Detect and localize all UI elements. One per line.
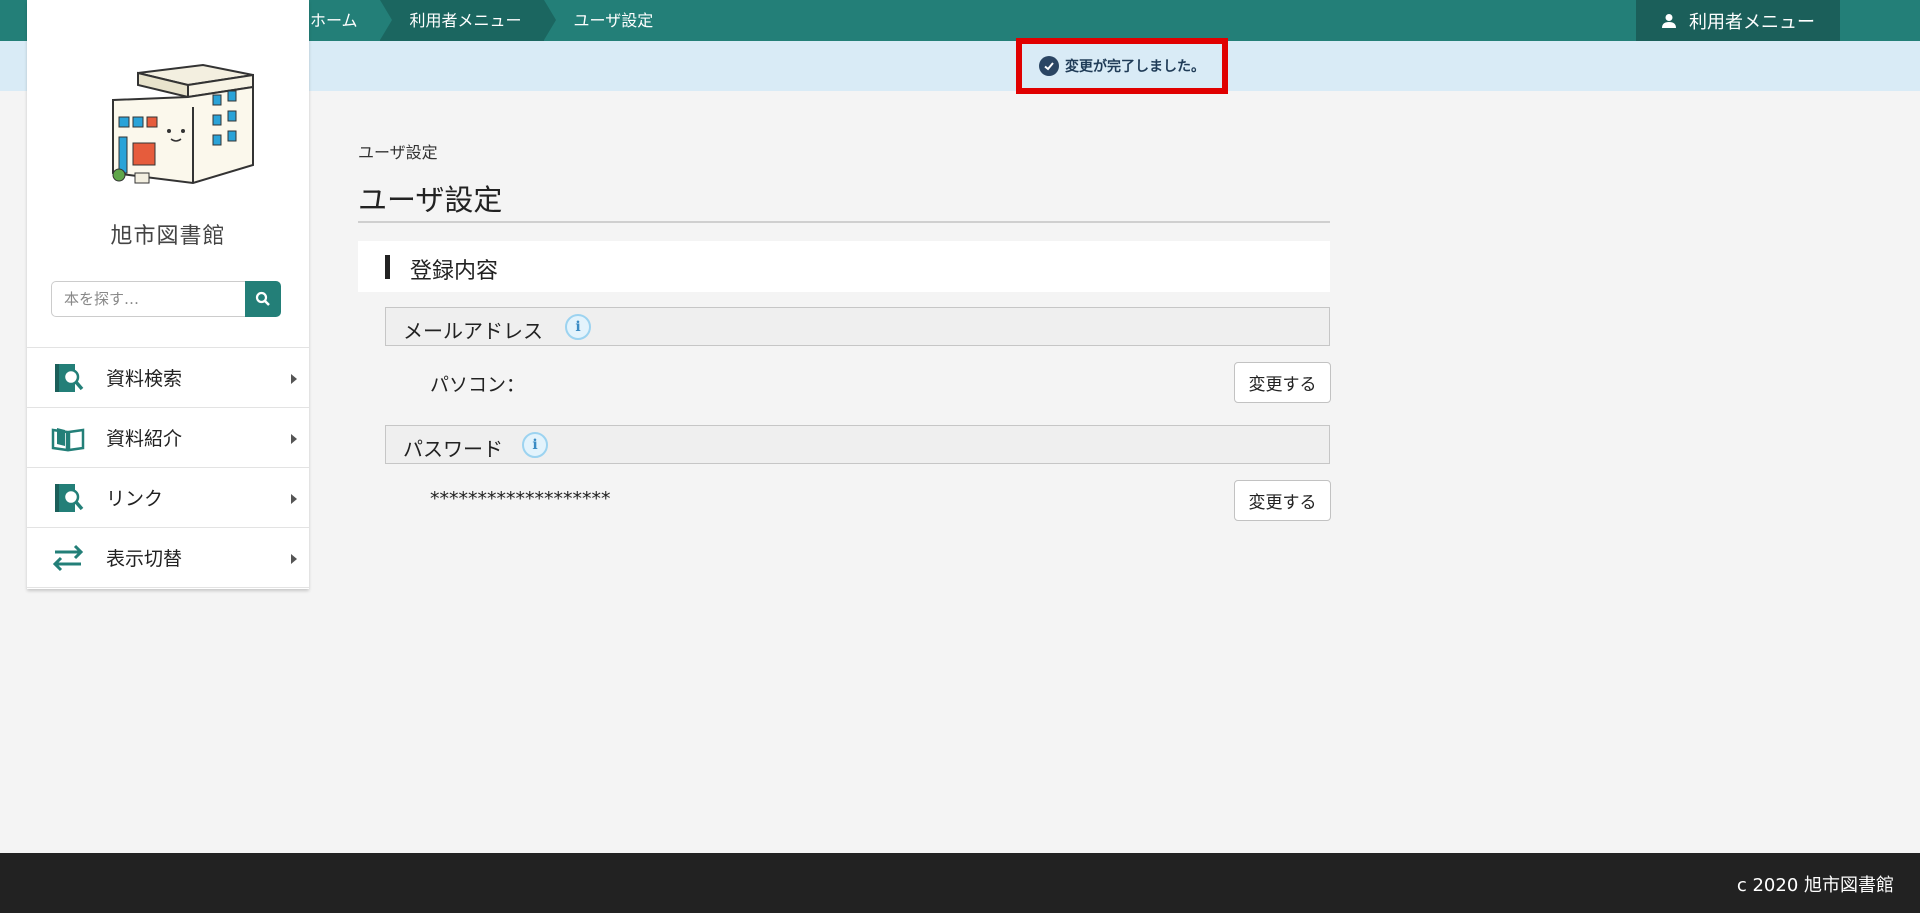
info-icon[interactable]: i bbox=[565, 314, 591, 340]
page-title: ユーザ設定 bbox=[358, 183, 503, 217]
user-icon bbox=[1662, 13, 1676, 28]
section-accent-bar bbox=[385, 255, 390, 279]
search-form bbox=[51, 281, 281, 317]
check-circle-icon bbox=[1039, 56, 1059, 76]
section-title: 登録内容 bbox=[410, 259, 499, 284]
caret-right-icon bbox=[291, 554, 297, 564]
sidebar-item-material-introduction[interactable]: 資料紹介 bbox=[27, 408, 309, 468]
sidebar-item-material-search[interactable]: 資料検索 bbox=[27, 348, 309, 408]
password-masked-value: ******************* bbox=[430, 488, 611, 510]
library-building-logo[interactable] bbox=[83, 55, 283, 195]
sidebar-item-display-toggle[interactable]: 表示切替 bbox=[27, 528, 309, 588]
user-menu-button[interactable]: 利用者メニュー bbox=[1636, 0, 1840, 41]
sidebar-item-label: 表示切替 bbox=[106, 548, 183, 570]
title-divider bbox=[358, 221, 1330, 223]
footer: c 2020 旭市図書館 bbox=[0, 853, 1920, 913]
breadcrumb-user-settings: ユーザ設定 bbox=[573, 11, 654, 30]
search-input[interactable] bbox=[51, 281, 245, 317]
breadcrumb-user-menu[interactable]: 利用者メニュー bbox=[379, 0, 556, 41]
caret-right-icon bbox=[291, 494, 297, 504]
search-button[interactable] bbox=[245, 281, 281, 317]
field-header-email: メールアドレス i bbox=[385, 307, 1330, 346]
swap-arrows-icon bbox=[52, 544, 84, 572]
book-search-icon bbox=[55, 364, 84, 392]
copyright: c 2020 旭市図書館 bbox=[1736, 875, 1894, 896]
field-header-password: パスワード i bbox=[385, 425, 1330, 464]
change-email-button[interactable]: 変更する bbox=[1234, 362, 1331, 403]
search-icon bbox=[255, 291, 270, 306]
user-menu-label: 利用者メニュー bbox=[1689, 11, 1815, 33]
success-message-text: 変更が完了しました。 bbox=[1065, 59, 1205, 75]
open-book-icon bbox=[51, 428, 85, 452]
sidebar: 旭市図書館 資料検索 資料紹介 bbox=[27, 0, 309, 589]
caret-right-icon bbox=[291, 374, 297, 384]
sidebar-item-label: 資料紹介 bbox=[106, 428, 183, 450]
sidebar-item-label: リンク bbox=[106, 488, 164, 510]
sidebar-item-links[interactable]: リンク bbox=[27, 468, 309, 528]
email-pc-label: パソコン： bbox=[430, 374, 526, 396]
change-password-button[interactable]: 変更する bbox=[1234, 480, 1331, 521]
sidebar-item-label: 資料検索 bbox=[106, 368, 183, 390]
library-name: 旭市図書館 bbox=[110, 224, 226, 249]
info-icon[interactable]: i bbox=[522, 432, 548, 458]
sidebar-nav: 資料検索 資料紹介 リンク 表示切替 bbox=[27, 347, 309, 588]
field-header-label: パスワード bbox=[403, 437, 503, 461]
page-breadcrumb: ユーザ設定 bbox=[358, 143, 438, 162]
breadcrumb: ホーム 利用者メニュー ユーザ設定 bbox=[310, 0, 675, 41]
success-message: 変更が完了しました。 bbox=[1016, 38, 1228, 94]
link-search-icon bbox=[55, 484, 84, 512]
field-header-label: メールアドレス bbox=[403, 319, 543, 343]
caret-right-icon bbox=[291, 434, 297, 444]
section-header-registration: 登録内容 bbox=[358, 241, 1330, 292]
